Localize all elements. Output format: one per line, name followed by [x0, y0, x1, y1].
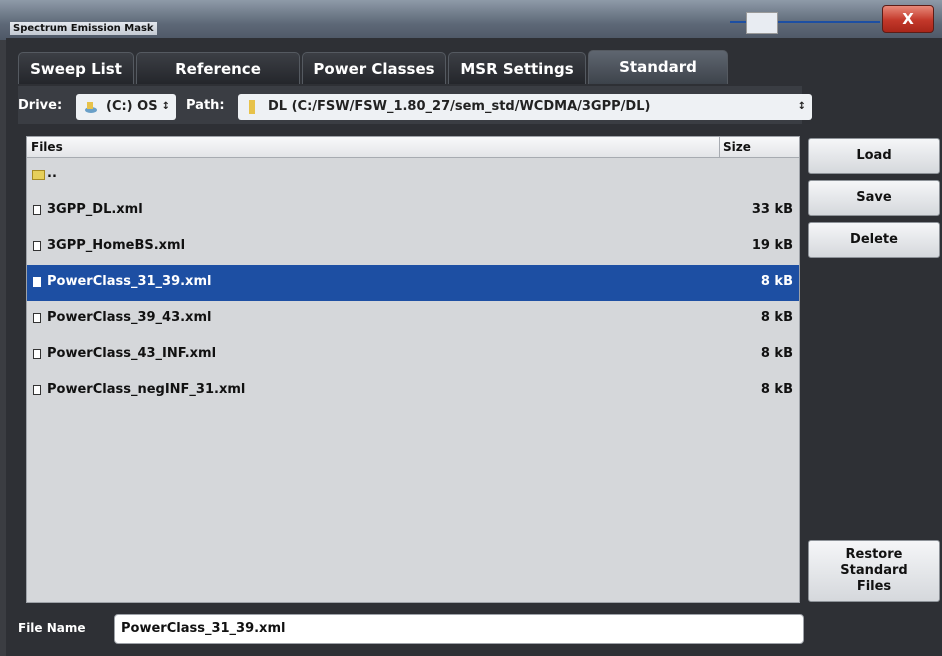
delete-button[interactable]: Delete [808, 222, 940, 258]
list-item-size: 19 kB [751, 238, 793, 253]
path-bar: Drive: (C:) OS ↕ Path: DL (C:/FSW/FSW_1.… [18, 86, 812, 124]
drive-value: (C:) OS [106, 99, 158, 114]
path-spinner-icon: ↕ [797, 101, 806, 112]
load-button[interactable]: Load [808, 138, 940, 174]
dialog: Sweep List Reference Range Power Classes… [6, 38, 942, 656]
list-item-name: PowerClass_negINF_31.xml [47, 382, 246, 397]
transparency-slider-thumb[interactable] [746, 12, 778, 34]
list-item[interactable]: 3GPP_HomeBS.xml 19 kB [27, 229, 799, 265]
list-item-size: 8 kB [760, 274, 793, 289]
close-button[interactable]: X [882, 5, 934, 33]
path-select[interactable]: DL (C:/FSW/FSW_1.80_27/sem_std/WCDMA/3GP… [238, 94, 812, 120]
list-item-name: PowerClass_43_INF.xml [47, 346, 217, 361]
list-item-selected[interactable]: PowerClass_31_39.xml 8 kB [27, 265, 799, 301]
drive-spinner-icon: ↕ [161, 101, 170, 112]
list-item-size: 33 kB [751, 202, 793, 217]
file-name-label: File Name [18, 621, 86, 635]
path-value: DL (C:/FSW/FSW_1.80_27/sem_std/WCDMA/3GP… [268, 99, 651, 114]
list-item-name: 3GPP_DL.xml [47, 202, 143, 217]
file-icon [33, 313, 41, 323]
restore-label-line1: Restore [845, 547, 903, 562]
list-item-name: PowerClass_39_43.xml [47, 310, 212, 325]
file-icon [33, 205, 41, 215]
file-icon [33, 349, 41, 359]
restore-label-line3: Files [856, 579, 892, 594]
folder-up-icon [32, 170, 45, 180]
list-header: Files Size [27, 137, 799, 158]
drive-label: Drive: [18, 98, 63, 113]
drive-icon [85, 102, 97, 113]
drive-select[interactable]: (C:) OS ↕ [76, 94, 176, 120]
list-item-name: 3GPP_HomeBS.xml [47, 238, 186, 253]
path-label: Path: [186, 98, 225, 113]
window-title: Spectrum Emission Mask [10, 22, 157, 35]
list-item[interactable]: 3GPP_DL.xml 33 kB [27, 193, 799, 229]
tab-standard-files[interactable]: Standard Files [588, 50, 728, 108]
list-item-parent[interactable]: .. [27, 157, 799, 193]
file-icon [33, 277, 41, 287]
header-size[interactable]: Size [723, 140, 751, 154]
list-item-name: PowerClass_31_39.xml [47, 274, 212, 289]
list-item-size: 8 kB [760, 310, 793, 325]
list-item[interactable]: PowerClass_negINF_31.xml 8 kB [27, 373, 799, 409]
tab-msr-settings[interactable]: MSR Settings [448, 52, 586, 84]
file-icon [33, 241, 41, 251]
save-button[interactable]: Save [808, 180, 940, 216]
file-name-input[interactable]: PowerClass_31_39.xml [114, 614, 804, 644]
tab-reference-range[interactable]: Reference Range [136, 52, 300, 110]
tab-power-classes[interactable]: Power Classes [302, 52, 446, 84]
file-name-bar: File Name PowerClass_31_39.xml [18, 610, 804, 648]
list-item-size: 8 kB [760, 382, 793, 397]
list-item-name: .. [47, 166, 57, 181]
folder-icon [249, 100, 255, 114]
restore-label-line2: Standard [840, 563, 908, 578]
title-bar: Spectrum Emission Mask X [0, 0, 942, 40]
header-divider [719, 137, 720, 157]
tab-sweep-list[interactable]: Sweep List [18, 52, 134, 84]
header-files[interactable]: Files [31, 140, 63, 154]
list-item[interactable]: PowerClass_39_43.xml 8 kB [27, 301, 799, 337]
list-item[interactable]: PowerClass_43_INF.xml 8 kB [27, 337, 799, 373]
restore-standard-files-button[interactable]: Restore Standard Files [808, 540, 940, 602]
file-list[interactable]: Files Size .. 3GPP_DL.xml 33 kB 3GPP_Hom… [26, 136, 800, 603]
list-item-size: 8 kB [760, 346, 793, 361]
file-icon [33, 385, 41, 395]
